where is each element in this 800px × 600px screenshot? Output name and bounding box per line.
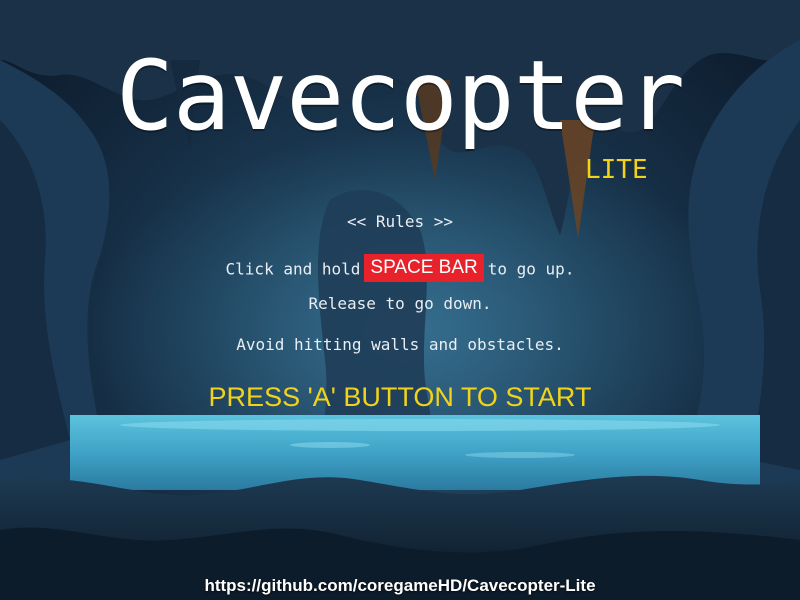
start-prompt: PRESS 'A' BUTTON TO START	[208, 382, 592, 412]
rule-line-avoid: Avoid hitting walls and obstacles.	[236, 335, 564, 354]
game-subtitle: LITE	[585, 155, 648, 185]
space-bar-key-badge: SPACE BAR	[364, 254, 484, 282]
github-link[interactable]: https://github.com/coregameHD/Cavecopter…	[0, 577, 800, 594]
rule-line-go-down: Release to go down.	[308, 294, 492, 313]
rule-text-after-key: to go up.	[487, 259, 575, 279]
rule-line-go-up: Click and hold SPACE BAR to go up.	[0, 254, 800, 284]
rule-text-before-key: Click and hold	[225, 259, 361, 279]
rules-heading: << Rules >>	[347, 212, 453, 231]
title-screen[interactable]: Cavecopter LITE << Rules >> Click and ho…	[0, 0, 800, 600]
game-title: Cavecopter	[116, 40, 685, 152]
water-highlight	[120, 419, 720, 431]
